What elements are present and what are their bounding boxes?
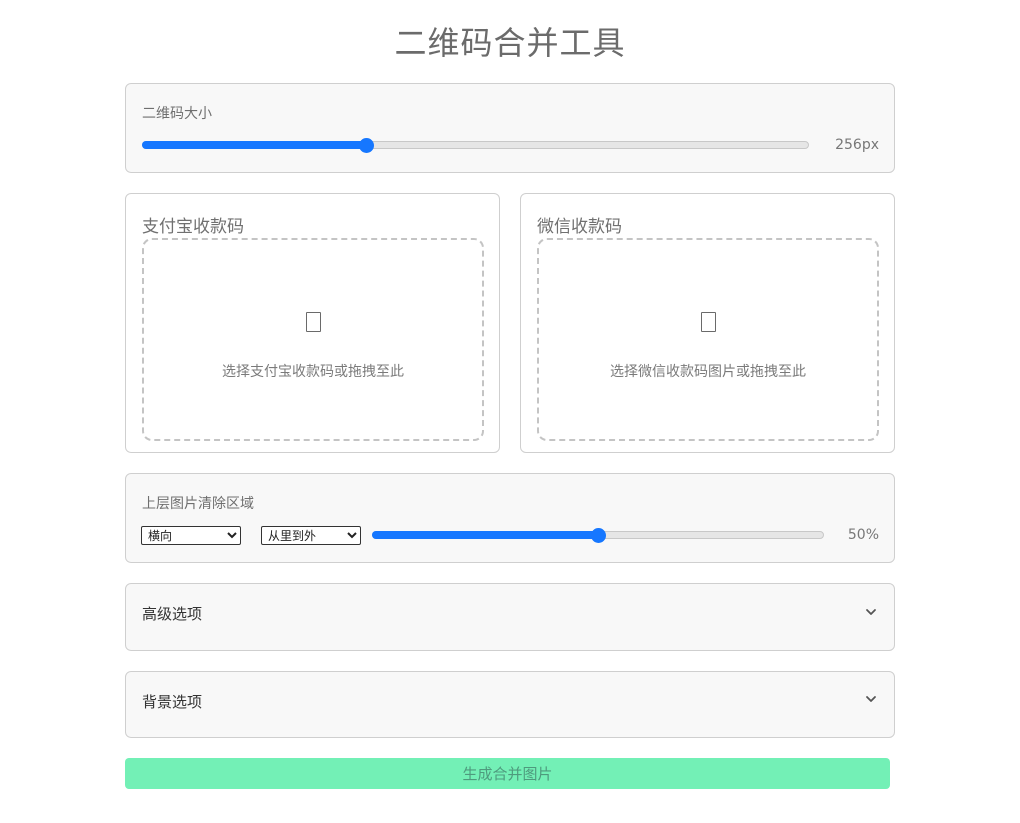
order-select[interactable]: 从里到外 (261, 526, 361, 545)
clear-region-slider-fill (372, 531, 598, 539)
alipay-card-title: 支付宝收款码 (142, 217, 244, 237)
qr-size-value: 256px (835, 137, 879, 153)
background-options-panel[interactable]: 背景选项 (125, 671, 895, 738)
generate-merged-image-button[interactable]: 生成合并图片 (125, 758, 890, 789)
image-file-icon (701, 312, 716, 332)
alipay-dropzone-text: 选择支付宝收款码或拖拽至此 (222, 364, 404, 380)
clear-region-label: 上层图片清除区域 (142, 496, 254, 512)
wechat-dropzone-text: 选择微信收款码图片或拖拽至此 (610, 364, 806, 380)
alipay-upload-card: 支付宝收款码 选择支付宝收款码或拖拽至此 (125, 193, 500, 453)
clear-region-slider[interactable] (372, 528, 824, 543)
wechat-upload-card: 微信收款码 选择微信收款码图片或拖拽至此 (520, 193, 895, 453)
chevron-down-icon[interactable] (864, 605, 878, 619)
page-title: 二维码合并工具 (394, 24, 626, 62)
clear-region-slider-thumb[interactable] (591, 528, 606, 543)
background-options-label: 背景选项 (142, 693, 203, 711)
image-file-icon (306, 312, 321, 332)
qr-size-panel: 二维码大小 256px (125, 83, 895, 173)
alipay-dropzone[interactable]: 选择支付宝收款码或拖拽至此 (142, 238, 484, 441)
clear-region-panel: 上层图片清除区域 横向 从里到外 50% (125, 473, 895, 563)
direction-select[interactable]: 横向 (141, 526, 241, 545)
advanced-options-label: 高级选项 (142, 605, 203, 623)
wechat-card-title: 微信收款码 (537, 217, 622, 237)
chevron-down-icon[interactable] (864, 692, 878, 706)
advanced-options-panel[interactable]: 高级选项 (125, 583, 895, 651)
qr-size-label: 二维码大小 (142, 106, 212, 122)
wechat-dropzone[interactable]: 选择微信收款码图片或拖拽至此 (537, 238, 879, 441)
qr-size-slider-thumb[interactable] (359, 138, 374, 153)
qr-size-slider-fill (142, 141, 366, 149)
qr-size-slider[interactable] (142, 138, 809, 153)
clear-region-value: 50% (847, 527, 879, 543)
